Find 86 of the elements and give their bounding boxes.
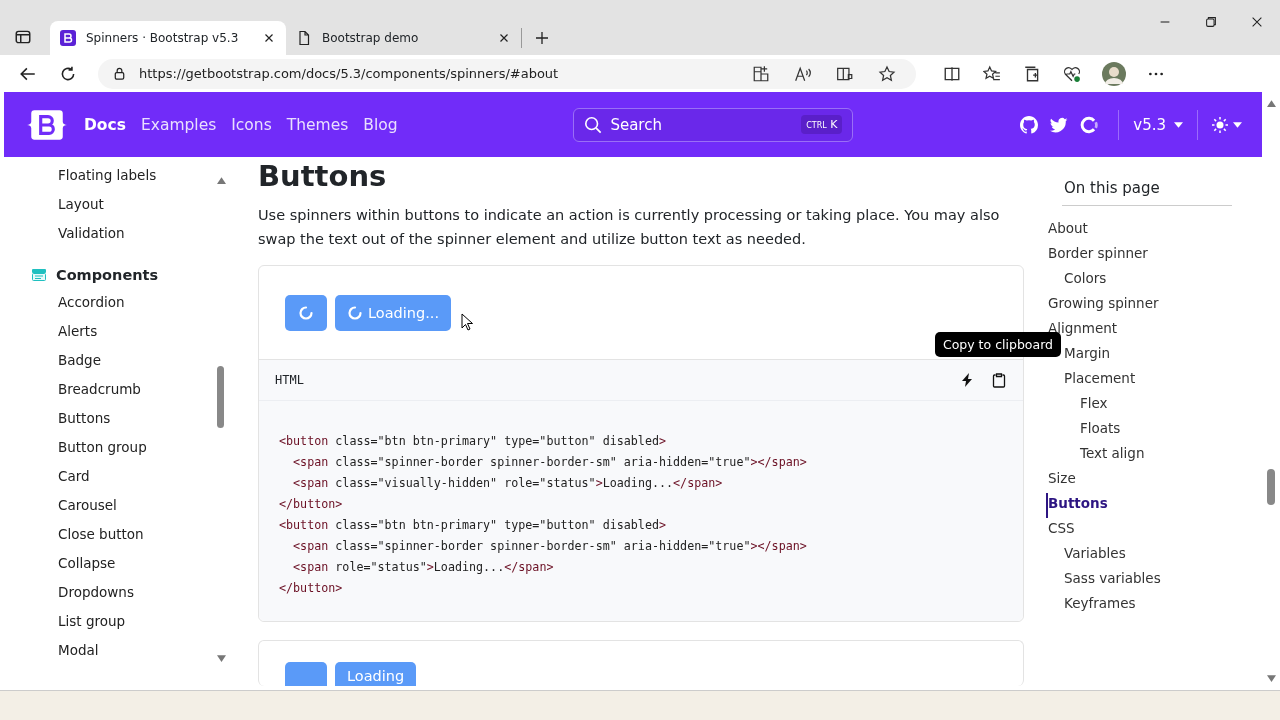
- clipboard-icon[interactable]: [991, 372, 1007, 388]
- nav-link[interactable]: Icons: [231, 115, 272, 134]
- version-dropdown[interactable]: v5.3: [1133, 115, 1183, 134]
- github-icon[interactable]: [1020, 115, 1039, 134]
- code-line: <button class="btn btn-primary" type="button" disabled>: [279, 517, 668, 534]
- toc-link[interactable]: Floats: [1046, 418, 1262, 443]
- scroll-down-icon[interactable]: [1266, 675, 1276, 682]
- browser-tab[interactable]: Spinners · Bootstrap v5.3: [50, 21, 286, 55]
- nav-link[interactable]: Docs: [84, 115, 126, 134]
- stack-icon: [30, 267, 48, 283]
- sidebar-link[interactable]: Collapse: [26, 553, 216, 582]
- sidebar-link[interactable]: Carousel: [26, 495, 216, 524]
- sidebar-heading: Components: [56, 267, 159, 283]
- toc-link[interactable]: Placement: [1046, 368, 1262, 393]
- sidebar-link[interactable]: Card: [26, 466, 216, 495]
- cursor-icon: [461, 313, 473, 331]
- keyboard-shortcut: CTRL K: [801, 115, 843, 134]
- sidebar-link[interactable]: Dropdowns: [26, 582, 216, 611]
- caret-icon: [1174, 121, 1183, 128]
- lightning-icon[interactable]: [959, 372, 975, 388]
- tab-title: Spinners · Bootstrap v5.3: [86, 31, 240, 45]
- section-heading: Buttons: [258, 159, 388, 193]
- code-line: </button>: [279, 580, 344, 597]
- theme-toggle[interactable]: [1212, 116, 1242, 133]
- toc-link[interactable]: Keyframes: [1046, 593, 1262, 618]
- address-bar[interactable]: https://getbootstrap.com/docs/5.3/components/spinners/#about: [98, 58, 916, 89]
- search-input[interactable]: Search: [608, 114, 796, 135]
- sidebar-link[interactable]: Floating labels: [26, 165, 216, 194]
- scroll-down-icon[interactable]: [216, 655, 226, 662]
- url-text: https://getbootstrap.com/docs/5.3/components/spinners/#about: [139, 66, 559, 81]
- toc-link[interactable]: About: [1046, 218, 1262, 243]
- tab-actions-icon[interactable]: [14, 28, 32, 46]
- scroll-up-icon[interactable]: [1266, 100, 1276, 107]
- nav-link[interactable]: Themes: [286, 115, 349, 134]
- sidebar-link[interactable]: Alerts: [26, 321, 216, 350]
- sidebar-link[interactable]: Breadcrumb: [26, 379, 216, 408]
- code-line: <span role="status">Loading...</span>: [292, 559, 555, 576]
- bootstrap-logo-icon[interactable]: [26, 107, 68, 142]
- scroll-thumb[interactable]: [217, 366, 224, 428]
- toc-title: On this page: [1062, 179, 1232, 206]
- bird-icon[interactable]: [1050, 115, 1069, 134]
- lock-icon[interactable]: [112, 66, 127, 81]
- code-line: </button>: [279, 496, 344, 513]
- spinner-button[interactable]: [285, 294, 327, 331]
- paragraph: Use spinners within buttons to indicate an action is currently processing or taking place. You may also swap the text out of the spinner element and utilize button text as needed.: [258, 206, 1001, 249]
- spinner-icon: [347, 304, 363, 321]
- caret-icon: [1233, 121, 1242, 128]
- sidebar-link[interactable]: Accordion: [26, 292, 216, 321]
- toc-link[interactable]: Variables: [1046, 543, 1262, 568]
- sidebar-link[interactable]: Buttons: [26, 408, 216, 437]
- tab-title: Bootstrap demo: [322, 31, 420, 45]
- restore-icon[interactable]: [1204, 14, 1218, 29]
- sidebar-link[interactable]: List group: [26, 611, 216, 640]
- code-line: <button class="btn btn-primary" type="button" disabled>: [279, 433, 668, 450]
- code-line: <span class="spinner-border spinner-border-sm" aria-hidden="true"></span>: [292, 538, 808, 555]
- nav-link[interactable]: Blog: [363, 115, 398, 134]
- code-line: <span class="spinner-border spinner-border-sm" aria-hidden="true"></span>: [292, 454, 808, 471]
- sun-icon: [1212, 116, 1228, 133]
- browser-tab[interactable]: Bootstrap demo: [286, 28, 522, 48]
- toc-link[interactable]: Text align: [1046, 443, 1262, 468]
- toc-link[interactable]: Size: [1046, 468, 1262, 493]
- toc-link[interactable]: Sass variables: [1046, 568, 1262, 593]
- sidebar-link[interactable]: Badge: [26, 350, 216, 379]
- new-tab-icon[interactable]: [534, 30, 550, 46]
- toc-link[interactable]: Colors: [1046, 268, 1262, 293]
- sidebar-link[interactable]: Validation: [26, 223, 216, 252]
- toc-link[interactable]: CSS: [1046, 518, 1262, 543]
- search-icon: [584, 115, 603, 134]
- code-line: <span class="visually-hidden" role="status">Loading...</span>: [292, 475, 724, 492]
- sidebar-link[interactable]: Button group: [26, 437, 216, 466]
- sidebar-link[interactable]: Layout: [26, 194, 216, 223]
- search-field[interactable]: Search CTRL K: [573, 107, 854, 142]
- open-collective-icon[interactable]: [1080, 115, 1099, 134]
- bootstrap-favicon-icon: [60, 30, 76, 46]
- toc-link[interactable]: Growing spinner: [1046, 293, 1262, 318]
- tooltip: Copy to clipboard: [934, 332, 1061, 357]
- scroll-up-icon[interactable]: [216, 177, 226, 184]
- code-language: HTML: [275, 373, 304, 387]
- page-icon: [296, 30, 312, 46]
- nav-link[interactable]: Examples: [140, 115, 217, 134]
- toc-link[interactable]: Border spinner: [1046, 243, 1262, 268]
- sidebar-link[interactable]: Close button: [26, 524, 216, 553]
- spinner-icon: [298, 304, 314, 321]
- sidebar-link[interactable]: Modal: [26, 640, 216, 669]
- scroll-thumb[interactable]: [1267, 469, 1275, 505]
- toc-link[interactable]: Flex: [1046, 393, 1262, 418]
